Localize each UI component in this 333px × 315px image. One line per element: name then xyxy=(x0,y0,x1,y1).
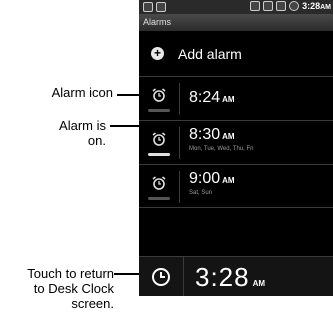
network-icon xyxy=(250,1,261,11)
alarm-item[interactable]: 8:24 AM xyxy=(139,76,333,120)
alarm-off-indicator xyxy=(148,197,170,200)
alarm-item[interactable]: 9:00 AM Sat, Sun xyxy=(139,164,333,208)
alarm-toggle[interactable] xyxy=(139,121,179,165)
alarm-toggle[interactable] xyxy=(139,165,179,209)
app-title: Alarms xyxy=(139,14,333,31)
alarm-clock-icon xyxy=(152,176,166,190)
desk-clock-button[interactable] xyxy=(139,257,183,296)
desk-clock-bar[interactable]: 3:28 AM xyxy=(139,256,333,296)
add-icon: + xyxy=(151,47,164,60)
status-bar: 3:28AM xyxy=(139,0,333,14)
divider xyxy=(179,127,180,159)
alarm-on-indicator xyxy=(148,153,170,156)
sd-card-icon xyxy=(156,2,166,12)
divider xyxy=(183,257,184,296)
signal-icon xyxy=(263,1,274,11)
alarm-time: 8:30 AM xyxy=(189,126,235,143)
divider xyxy=(179,171,180,203)
alarm-item[interactable]: 8:30 AM Mon, Tue, Wed, Thu, Fri xyxy=(139,120,333,164)
desk-clock-time: 3:28 AM xyxy=(195,262,266,292)
alarm-clock-icon xyxy=(152,132,166,146)
alarm-days: Mon, Tue, Wed, Thu, Fri xyxy=(189,146,254,152)
alarm-time: 8:24 AM xyxy=(189,89,235,106)
add-alarm-button[interactable]: + Add alarm xyxy=(139,31,333,76)
callout-alarm-icon: Alarm icon xyxy=(51,85,113,100)
alarm-days: Sat, Sun xyxy=(189,190,213,196)
leader-desk-clock xyxy=(114,273,141,275)
alarm-status-icon xyxy=(289,1,300,11)
alarm-off-indicator xyxy=(148,109,170,112)
callout-desk-clock: Touch to return to Desk Clock screen. xyxy=(27,266,114,311)
callout-alarm-on: Alarm is on. xyxy=(59,118,106,148)
alarm-toggle[interactable] xyxy=(139,77,179,121)
add-alarm-label: Add alarm xyxy=(178,45,242,62)
status-time: 3:28AM xyxy=(302,1,331,11)
usb-icon xyxy=(143,2,153,12)
phone-screen: 3:28AM Alarms + Add alarm 8:24 AM 8:30 A… xyxy=(139,0,333,296)
divider xyxy=(179,83,180,115)
alarm-clock-icon xyxy=(152,88,166,102)
leader-alarm-icon xyxy=(117,94,141,96)
clock-icon xyxy=(152,268,170,286)
leader-alarm-on xyxy=(110,125,141,127)
battery-icon xyxy=(276,1,287,11)
alarm-time: 9:00 AM xyxy=(189,170,235,187)
